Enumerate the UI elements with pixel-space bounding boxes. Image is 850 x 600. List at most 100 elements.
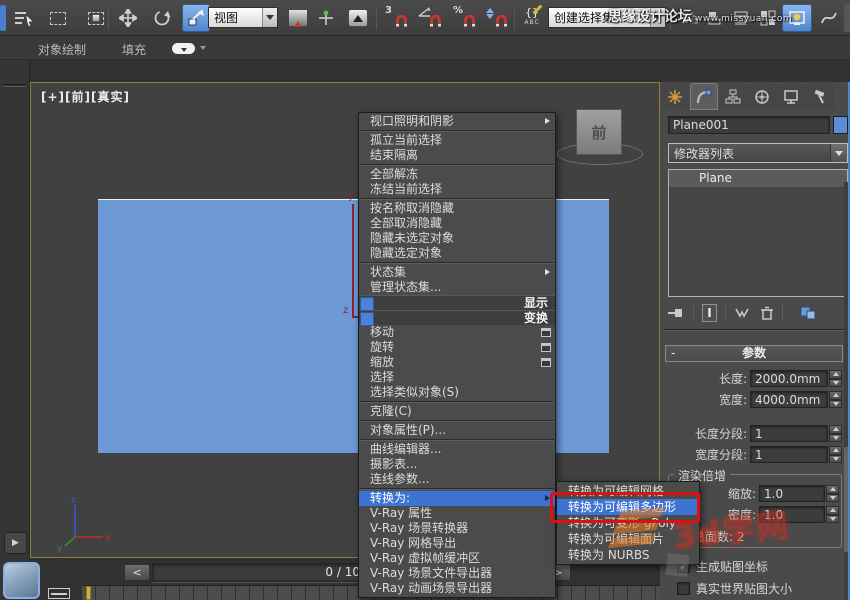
- percent-snap-toggle-button[interactable]: %: [450, 4, 478, 32]
- submenu-item[interactable]: 转换为 NURBS: [557, 547, 699, 563]
- menu-item[interactable]: 曲线编辑器...: [359, 442, 555, 457]
- select-and-scale-button[interactable]: [182, 4, 210, 32]
- dropdown-arrow-icon[interactable]: [830, 144, 847, 162]
- rectangular-selection-region-button[interactable]: [44, 4, 72, 32]
- snaps-toggle-3d-button[interactable]: 3: [382, 4, 410, 32]
- menu-item[interactable]: 克隆(C): [359, 404, 555, 419]
- length-segs-field[interactable]: 1: [750, 425, 828, 442]
- tab-display[interactable]: [777, 83, 805, 110]
- width-segs-field[interactable]: 1: [750, 446, 828, 463]
- menu-item[interactable]: 转换为:: [359, 491, 555, 506]
- submenu-item[interactable]: 转换为可编辑多边形: [557, 499, 699, 515]
- length-segs-spinner[interactable]: [829, 425, 842, 442]
- submenu-item[interactable]: 转换为可编辑网格: [557, 483, 699, 499]
- viewcube[interactable]: 前: [576, 109, 622, 155]
- object-color-swatch[interactable]: [833, 116, 848, 134]
- sidebar-expand-button[interactable]: ▶: [4, 532, 27, 554]
- dropdown-arrow-icon[interactable]: [262, 8, 277, 27]
- align-button[interactable]: [702, 4, 730, 32]
- settings-box-icon[interactable]: [541, 358, 551, 367]
- ribbon-tab-populate[interactable]: 填充: [122, 41, 146, 58]
- menu-item[interactable]: 视口照明和阴影: [359, 114, 555, 129]
- menu-item[interactable]: V-Ray 动画场景导出器: [359, 581, 555, 596]
- menu-item[interactable]: 连线参数...: [359, 472, 555, 487]
- menu-item[interactable]: V-Ray 虚拟帧缓冲区: [359, 551, 555, 566]
- menu-item[interactable]: 摄影表...: [359, 457, 555, 472]
- menu-item[interactable]: 全部取消隐藏: [359, 216, 555, 231]
- graphite-ribbon-toggle-button[interactable]: [754, 4, 782, 32]
- keyboard-shortcut-override-button[interactable]: [344, 4, 372, 32]
- spinner-snap-toggle-button[interactable]: [482, 4, 510, 32]
- menu-item[interactable]: 按名称取消隐藏: [359, 201, 555, 216]
- named-selection-set-dropdown[interactable]: 创建选择集: [548, 7, 666, 28]
- reference-coordinate-system-dropdown[interactable]: 视图: [208, 7, 278, 28]
- track-bar-frame-marker[interactable]: [86, 586, 91, 600]
- menu-item[interactable]: 全部解冻: [359, 167, 555, 182]
- mini-track-icon[interactable]: [48, 588, 70, 599]
- modifier-list-dropdown[interactable]: 修改器列表: [668, 143, 848, 163]
- object-name-field[interactable]: Plane001: [668, 116, 830, 134]
- menu-item[interactable]: 隐藏未选定对象: [359, 231, 555, 246]
- angle-snap-toggle-button[interactable]: [416, 4, 444, 32]
- menu-item[interactable]: 管理状态集...: [359, 280, 555, 295]
- menu-item[interactable]: V-Ray 场景转换器: [359, 521, 555, 536]
- length-field[interactable]: 2000.0mm: [750, 370, 828, 387]
- menu-item[interactable]: 对象属性(P)...: [359, 423, 555, 438]
- tab-modify[interactable]: [690, 83, 718, 110]
- submenu-item[interactable]: 转换为可编辑面片: [557, 531, 699, 547]
- gizmo-axis-line[interactable]: [352, 204, 354, 317]
- menu-item[interactable]: 选择: [359, 370, 555, 385]
- menu-item[interactable]: 状态集: [359, 265, 555, 280]
- length-spinner[interactable]: [829, 370, 842, 387]
- ribbon-tab-object-paint[interactable]: 对象绘制: [38, 41, 86, 58]
- collapse-icon[interactable]: -: [671, 346, 675, 361]
- layer-manager-button[interactable]: [728, 4, 756, 32]
- menu-item[interactable]: 旋转: [359, 340, 555, 355]
- tab-motion[interactable]: [748, 83, 776, 110]
- select-and-rotate-button[interactable]: [148, 4, 176, 32]
- tab-hierarchy[interactable]: [719, 83, 747, 110]
- sidebar-grip[interactable]: [3, 84, 26, 87]
- dropdown-arrow-icon[interactable]: [650, 8, 665, 27]
- menu-item[interactable]: 选择类似对象(S): [359, 385, 555, 400]
- scale-spinner[interactable]: [826, 485, 839, 502]
- menu-item[interactable]: 孤立当前选择: [359, 133, 555, 148]
- select-and-move-button[interactable]: [114, 4, 142, 32]
- tab-create[interactable]: [661, 83, 689, 110]
- select-by-name-button[interactable]: [10, 4, 38, 32]
- menu-item[interactable]: 结束隔离: [359, 148, 555, 163]
- settings-box-icon[interactable]: [541, 343, 551, 352]
- make-unique-button[interactable]: [734, 307, 750, 319]
- menu-item[interactable]: 缩放: [359, 355, 555, 370]
- configure-modifier-sets-button[interactable]: [800, 306, 816, 320]
- remove-modifier-button[interactable]: [760, 306, 774, 320]
- select-and-manipulate-button[interactable]: [312, 4, 340, 32]
- window-crossing-toggle-button[interactable]: [82, 4, 110, 32]
- show-end-result-button[interactable]: I: [702, 304, 717, 322]
- width-field[interactable]: 4000.0mm: [750, 391, 828, 408]
- previous-frame-button[interactable]: <: [124, 564, 150, 581]
- render-setup-button[interactable]: [816, 4, 842, 32]
- density-spinner[interactable]: [826, 506, 839, 523]
- parameters-rollout-header[interactable]: - 参数: [665, 345, 843, 362]
- material-editor-button[interactable]: [782, 4, 812, 32]
- scale-field[interactable]: 1.0: [759, 485, 825, 502]
- stack-item-plane[interactable]: Plane: [669, 170, 847, 187]
- edit-named-selection-sets-button[interactable]: {} ABC: [518, 4, 546, 32]
- use-pivot-center-button[interactable]: [284, 4, 312, 32]
- checkbox-unchecked-icon[interactable]: [677, 582, 690, 595]
- menu-item[interactable]: 移动: [359, 325, 555, 340]
- modifier-stack[interactable]: Plane: [668, 169, 848, 297]
- menu-item[interactable]: 冻结当前选择: [359, 182, 555, 197]
- width-segs-spinner[interactable]: [829, 446, 842, 463]
- menu-item[interactable]: 隐藏选定对象: [359, 246, 555, 261]
- ribbon-minimize-pill[interactable]: [172, 43, 195, 54]
- menu-item[interactable]: V-Ray 属性: [359, 506, 555, 521]
- pin-stack-button[interactable]: [667, 306, 685, 320]
- tab-utilities[interactable]: [806, 83, 834, 110]
- menu-item[interactable]: V-Ray 网格导出: [359, 536, 555, 551]
- width-spinner[interactable]: [829, 391, 842, 408]
- submenu-item[interactable]: 转换为可变形 gPoly: [557, 515, 699, 531]
- ribbon-dropdown-arrow-icon[interactable]: [200, 46, 206, 50]
- mirror-button[interactable]: [676, 4, 704, 32]
